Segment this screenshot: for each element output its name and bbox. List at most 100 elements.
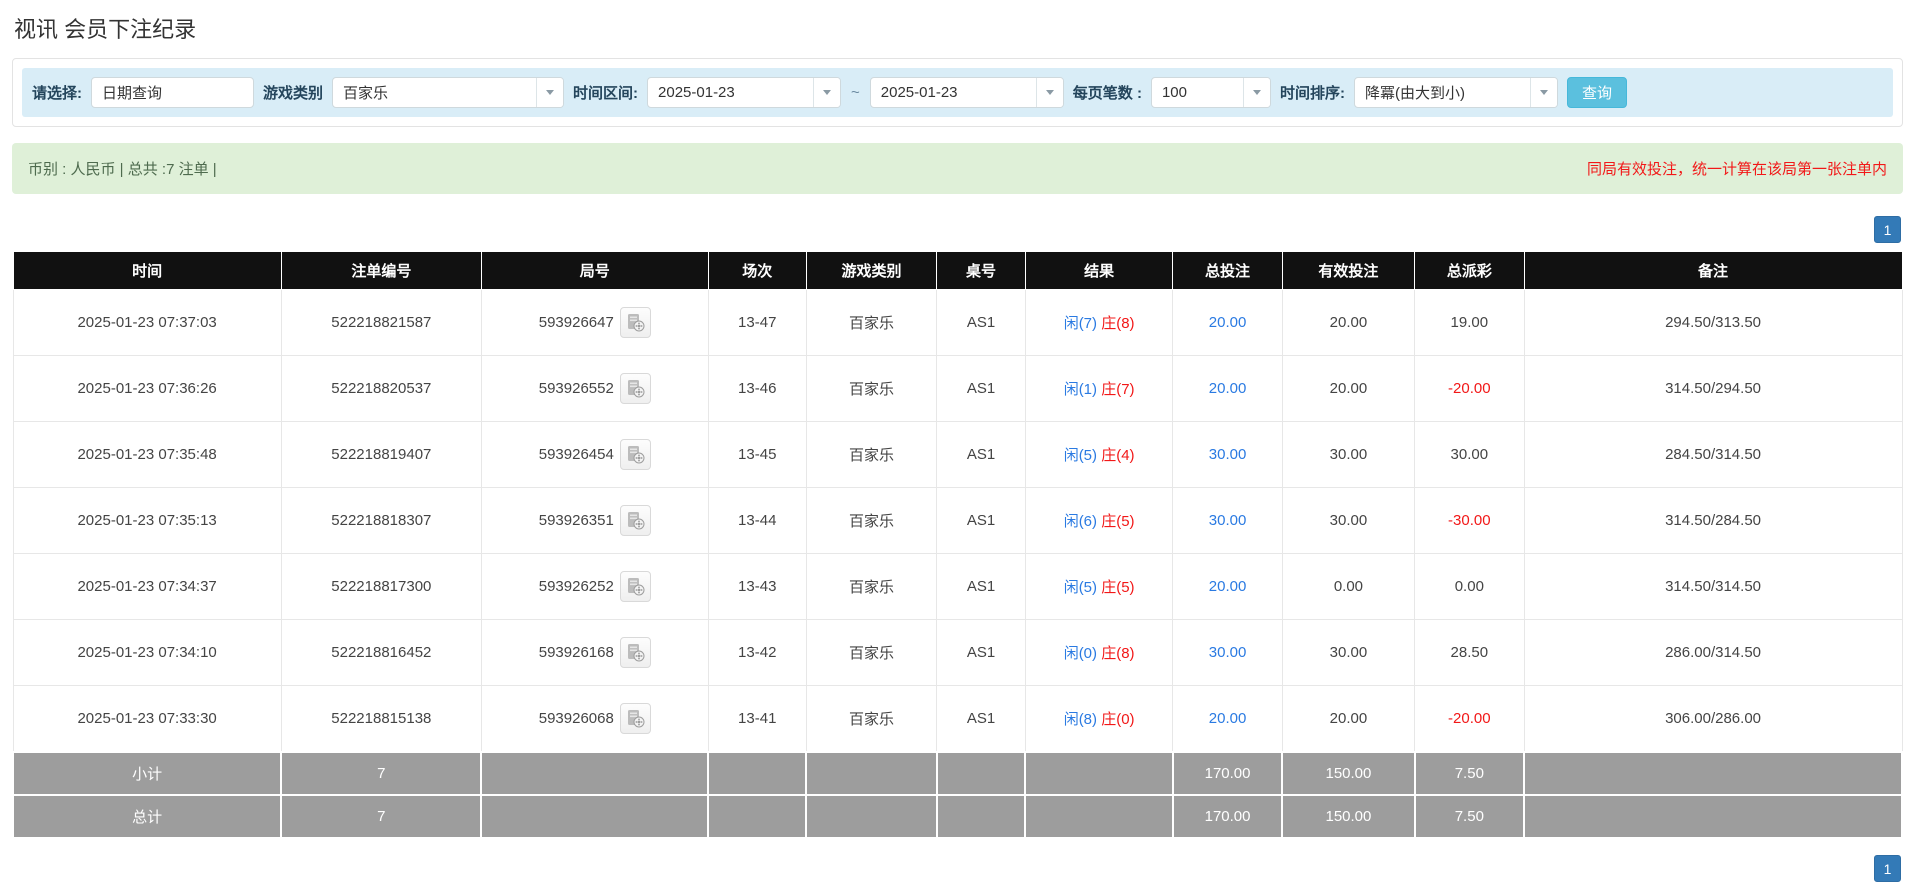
round-id-text: 593926252 [538,578,614,595]
cell-bet-id: 522218816452 [280,619,482,686]
total-bet-link[interactable]: 30.00 [1209,512,1247,529]
cell-round-id: 593926351 [480,487,709,554]
cell-payout: 0.00 [1414,553,1525,620]
cell-table-no: AS1 [936,619,1026,686]
cell-payout: -30.00 [1414,487,1525,554]
video-replay-button[interactable] [619,703,651,734]
cell-round-id: 593926647 [480,289,709,356]
time-sort-value[interactable] [1354,78,1530,107]
video-replay-button[interactable] [619,439,651,470]
date-to-value[interactable] [870,78,1036,107]
cell-bet-id: 522218817300 [280,553,482,620]
video-replay-button[interactable] [619,505,651,536]
total-valid-bet: 150.00 [1281,794,1416,839]
game-type-value[interactable] [333,78,537,107]
result-player: 闲(0) [1063,645,1098,662]
cell-note: 314.50/284.50 [1523,487,1903,554]
total-bet-link[interactable]: 20.00 [1209,710,1247,727]
search-button[interactable]: 查询 [1566,77,1627,108]
video-replay-button[interactable] [619,571,651,602]
chevron-down-icon[interactable] [1242,78,1270,107]
pagination-bottom: 1 [12,855,1901,882]
page-1-button[interactable]: 1 [1874,855,1901,882]
video-file-icon [627,512,645,530]
cell-note: 286.00/314.50 [1523,619,1903,686]
table-row: 2025-01-23 07:37:03 522218821587 5939266… [12,289,1903,356]
time-sort-select[interactable] [1353,77,1558,108]
result-banker: 庄(4) [1101,447,1135,464]
time-sort-label: 时间排序: [1279,85,1345,102]
cell-payout: 30.00 [1414,421,1525,488]
result-banker: 庄(8) [1101,645,1135,662]
cell-game-type: 百家乐 [805,553,938,620]
cell-game-type: 百家乐 [805,421,938,488]
chevron-down-icon[interactable] [813,78,841,107]
result-banker: 庄(7) [1101,381,1135,398]
total-bet-link[interactable]: 20.00 [1209,578,1247,595]
subtotal-label: 小计 [11,751,283,796]
cell-table-no: AS1 [936,685,1026,753]
time-range-label: 时间区间: [573,85,639,102]
cell-valid-bet: 0.00 [1281,553,1416,620]
page-size-value[interactable] [1151,78,1243,107]
cell-payout: 19.00 [1414,289,1525,356]
date-from-value[interactable] [648,78,814,107]
video-replay-button[interactable] [619,373,651,404]
video-replay-button[interactable] [619,637,651,668]
cell-session: 13-41 [707,685,807,753]
page-title: 视讯 会员下注纪录 [14,17,197,42]
col-bet-id: 注单编号 [280,251,482,290]
subtotal-payout: 7.50 [1413,751,1526,796]
cell-total-bet: 20.00 [1172,553,1283,620]
video-file-icon [627,710,645,728]
page-size-select[interactable] [1150,77,1271,108]
video-file-icon [627,446,645,464]
cell-total-bet: 20.00 [1172,289,1283,356]
query-type-value[interactable] [92,78,253,107]
date-from-picker[interactable] [647,77,842,108]
cell-bet-id: 522218815138 [280,685,482,753]
result-banker: 庄(8) [1101,315,1135,332]
cell-round-id: 593926168 [480,619,709,686]
table-row: 2025-01-23 07:35:13 522218818307 5939263… [12,487,1903,554]
round-id-text: 593926068 [538,710,614,727]
video-file-icon [627,578,645,596]
cell-result: 闲(0) 庄(8) [1024,619,1174,686]
total-payout: 7.50 [1413,794,1526,839]
cell-table-no: AS1 [936,553,1026,620]
chevron-down-icon[interactable] [1529,78,1557,107]
cell-time: 2025-01-23 07:33:30 [12,685,282,753]
total-bet-link[interactable]: 20.00 [1209,314,1247,331]
total-bet-link[interactable]: 30.00 [1209,446,1247,463]
page-size-label: 每页笔数 : [1072,85,1142,102]
cell-round-id: 593926068 [480,685,709,753]
pagination-top: 1 [12,216,1901,243]
col-valid-bet: 有效投注 [1281,251,1416,290]
total-row: 总计 7 170.00 150.00 7.50 [11,794,1903,839]
date-range-tilde: ~ [851,84,860,101]
page-1-button[interactable]: 1 [1874,216,1901,243]
chevron-down-icon[interactable] [536,78,564,107]
chevron-down-icon[interactable] [1035,78,1063,107]
video-file-icon [627,644,645,662]
round-id-text: 593926647 [538,314,614,331]
table-row: 2025-01-23 07:35:48 522218819407 5939264… [12,421,1903,488]
query-type-select[interactable] [91,77,254,108]
cell-payout: -20.00 [1414,685,1525,753]
total-bet-link[interactable]: 20.00 [1209,380,1247,397]
cell-bet-id: 522218821587 [280,289,482,356]
game-type-select[interactable] [332,77,565,108]
video-replay-button[interactable] [619,307,651,338]
cell-result: 闲(1) 庄(7) [1024,355,1174,422]
round-id-text: 593926552 [538,380,614,397]
cell-total-bet: 30.00 [1172,421,1283,488]
col-table-no: 桌号 [936,251,1026,290]
col-round-id: 局号 [480,251,709,290]
total-bet-link[interactable]: 30.00 [1209,644,1247,661]
round-id-text: 593926168 [538,644,614,661]
table-row: 2025-01-23 07:34:10 522218816452 5939261… [12,619,1903,686]
date-to-picker[interactable] [869,77,1064,108]
col-payout: 总派彩 [1414,251,1525,290]
filter-bar: 请选择: 游戏类别 时间区间: ~ 每页笔数 : [22,68,1893,117]
cell-note: 294.50/313.50 [1523,289,1903,356]
